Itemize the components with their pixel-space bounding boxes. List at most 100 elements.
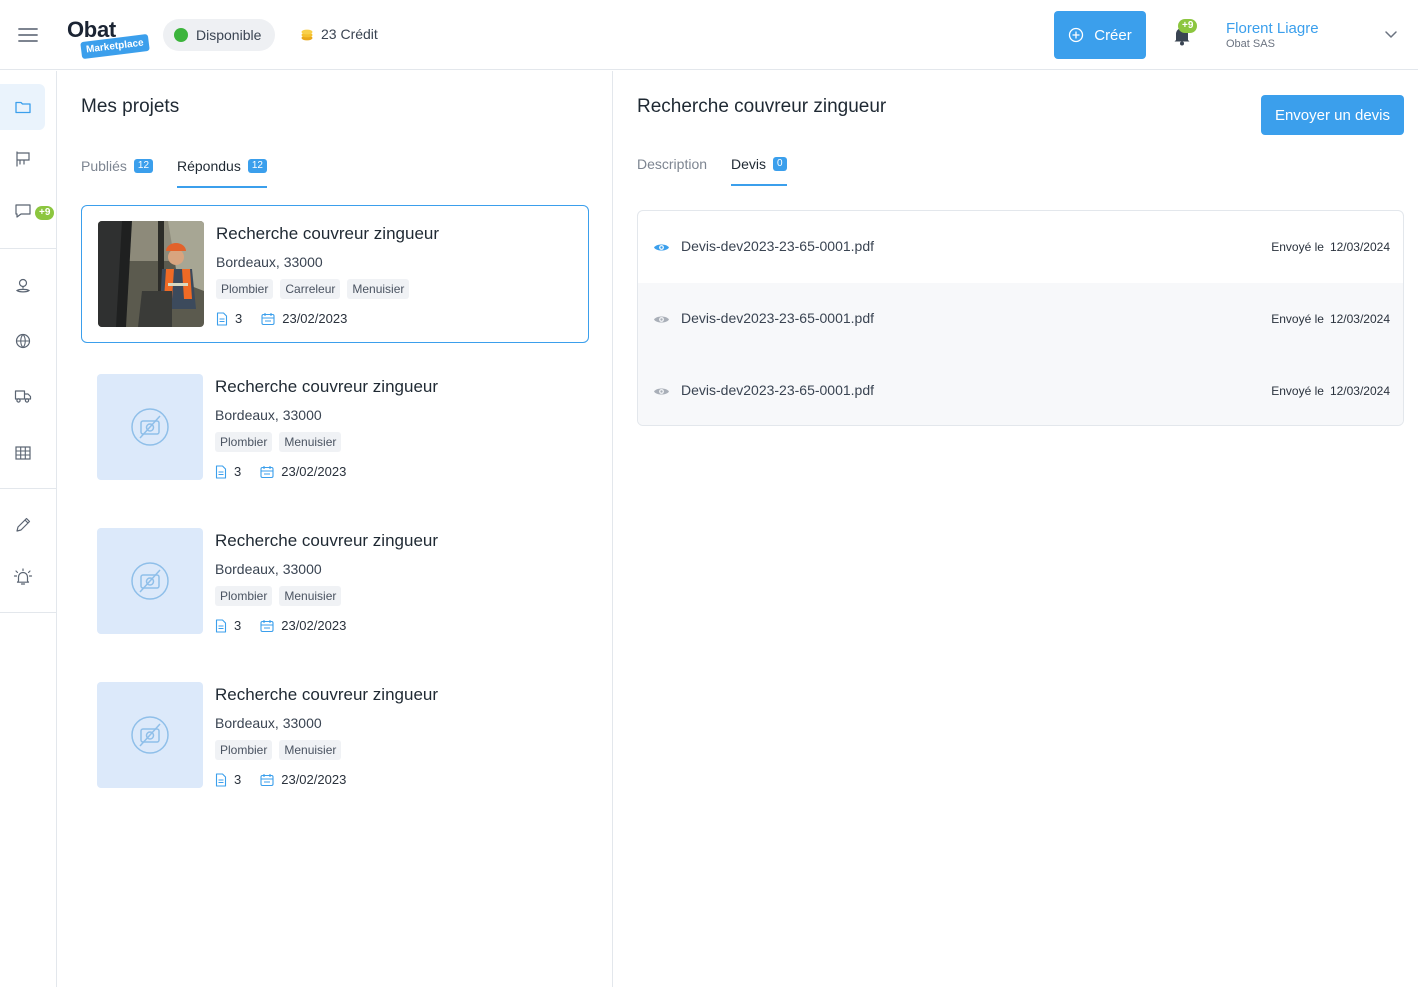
nav-alerts[interactable] <box>0 554 45 600</box>
project-date: 23/02/2023 <box>260 618 346 633</box>
tab-devis[interactable]: Devis 0 <box>731 156 787 186</box>
eye-icon[interactable] <box>653 239 670 256</box>
eye-icon[interactable] <box>653 311 670 328</box>
project-title: Recherche couvreur zingueur <box>215 377 439 396</box>
documents-count: 3 <box>215 618 241 633</box>
sent-label: Envoyé le <box>1271 384 1324 398</box>
folder-icon <box>14 98 32 116</box>
project-tags: Plombier Carreleur Menuisier <box>216 279 410 299</box>
user-menu[interactable]: Florent Liagre Obat SAS <box>1226 20 1319 51</box>
project-detail-panel: Recherche couvreur zingueur Envoyer un d… <box>613 71 1418 987</box>
documents-value: 3 <box>234 464 242 479</box>
detail-title: Recherche couvreur zingueur <box>637 96 887 117</box>
create-label: Créer <box>1094 26 1132 44</box>
project-card[interactable]: Recherche couvreur zingueur Bordeaux, 33… <box>81 359 589 497</box>
send-quote-button[interactable]: Envoyer un devis <box>1261 95 1404 135</box>
file-row[interactable]: Devis-dev2023-23-65-0001.pdf Envoyé le 1… <box>638 355 1403 425</box>
project-location: Bordeaux, 33000 <box>215 561 322 577</box>
chevron-down-icon[interactable] <box>1383 26 1399 42</box>
trade-tag: Carreleur <box>280 279 341 299</box>
project-location: Bordeaux, 33000 <box>215 715 322 731</box>
project-meta: 3 23/02/2023 <box>215 464 346 479</box>
calendar-icon <box>260 773 274 787</box>
project-tags: Plombier Menuisier <box>215 586 342 606</box>
tab-description[interactable]: Description <box>637 156 707 184</box>
nav-globe[interactable] <box>0 318 45 364</box>
project-meta: 3 23/02/2023 <box>216 311 347 326</box>
sent-date: 12/03/2024 <box>1329 312 1390 326</box>
notifications-badge: +9 <box>1178 19 1198 33</box>
hamburger-menu-icon[interactable] <box>16 23 40 47</box>
documents-value: 3 <box>234 772 242 787</box>
coins-icon <box>300 26 314 42</box>
chat-icon <box>14 202 32 220</box>
sent-date: 12/03/2024 <box>1329 240 1390 254</box>
grid-table-icon <box>14 444 32 462</box>
tab-count-badge: 12 <box>247 159 267 173</box>
status-dot-icon <box>174 28 188 42</box>
trade-tag: Menuisier <box>279 586 342 606</box>
project-location: Bordeaux, 33000 <box>215 407 322 423</box>
tab-count-badge: 12 <box>133 159 154 173</box>
project-date: 23/02/2023 <box>261 311 347 326</box>
nav-table[interactable] <box>0 430 45 476</box>
plus-circle-icon <box>1068 27 1084 43</box>
calendar-icon <box>260 465 274 479</box>
nav-delivery[interactable] <box>0 373 45 419</box>
file-sent-info: Envoyé le 12/03/2024 <box>1271 240 1390 254</box>
tab-repondus[interactable]: Répondus 12 <box>177 158 267 188</box>
document-icon <box>215 772 227 787</box>
trade-tag: Plombier <box>215 586 273 606</box>
nav-location[interactable] <box>0 262 45 308</box>
file-sent-info: Envoyé le 12/03/2024 <box>1271 312 1390 326</box>
projects-panel: Mes projets Publiés 12 Répondus 12 Reche… <box>57 71 613 987</box>
create-button[interactable]: Créer <box>1054 11 1146 59</box>
document-icon <box>215 618 227 633</box>
logo[interactable]: Obat Marketplace <box>67 18 163 62</box>
trade-tag: Plombier <box>215 740 273 760</box>
date-value: 23/02/2023 <box>281 772 347 787</box>
project-card[interactable]: Recherche couvreur zingueur Bordeaux, 33… <box>81 205 589 343</box>
project-tags: Plombier Menuisier <box>215 740 342 760</box>
document-icon <box>216 311 228 326</box>
nav-edit[interactable] <box>0 502 45 548</box>
eye-icon[interactable] <box>653 383 670 400</box>
documents-value: 3 <box>234 618 242 633</box>
project-card[interactable]: Recherche couvreur zingueur Bordeaux, 33… <box>81 513 589 651</box>
user-company: Obat SAS <box>1226 38 1275 50</box>
project-photo <box>98 221 204 327</box>
sent-label: Envoyé le <box>1271 240 1324 254</box>
file-row[interactable]: Devis-dev2023-23-65-0001.pdf Envoyé le 1… <box>638 283 1403 355</box>
globe-icon <box>14 332 32 350</box>
tab-count-badge: 0 <box>773 157 787 171</box>
project-card[interactable]: Recherche couvreur zingueur Bordeaux, 33… <box>81 667 589 805</box>
file-sent-info: Envoyé le 12/03/2024 <box>1271 384 1390 398</box>
availability-status[interactable]: Disponible <box>163 19 276 51</box>
document-icon <box>215 464 227 479</box>
project-meta: 3 23/02/2023 <box>215 772 346 787</box>
date-value: 23/02/2023 <box>281 618 347 633</box>
project-tags: Plombier Menuisier <box>215 432 342 452</box>
project-title: Recherche couvreur zingueur <box>216 224 440 243</box>
file-name[interactable]: Devis-dev2023-23-65-0001.pdf <box>681 382 874 398</box>
nav-flags[interactable] <box>0 136 45 182</box>
file-name[interactable]: Devis-dev2023-23-65-0001.pdf <box>681 238 874 254</box>
sent-label: Envoyé le <box>1271 312 1324 326</box>
file-name[interactable]: Devis-dev2023-23-65-0001.pdf <box>681 310 874 326</box>
documents-count: 3 <box>215 464 241 479</box>
nav-projects[interactable] <box>0 84 45 130</box>
file-row[interactable]: Devis-dev2023-23-65-0001.pdf Envoyé le 1… <box>638 211 1403 283</box>
credit-label: 23 Crédit <box>321 26 378 42</box>
documents-count: 3 <box>216 311 242 326</box>
left-sidebar: +9 <box>0 71 57 987</box>
project-date: 23/02/2023 <box>260 772 346 787</box>
no-camera-icon <box>130 715 170 755</box>
no-camera-icon <box>130 407 170 447</box>
nav-divider <box>0 488 56 489</box>
project-location: Bordeaux, 33000 <box>216 254 323 270</box>
status-label: Disponible <box>196 27 262 43</box>
tab-publies[interactable]: Publiés 12 <box>81 158 154 186</box>
alarm-bell-icon <box>13 568 33 586</box>
quotes-file-list: Devis-dev2023-23-65-0001.pdf Envoyé le 1… <box>637 210 1404 426</box>
no-photo-placeholder <box>97 528 203 634</box>
